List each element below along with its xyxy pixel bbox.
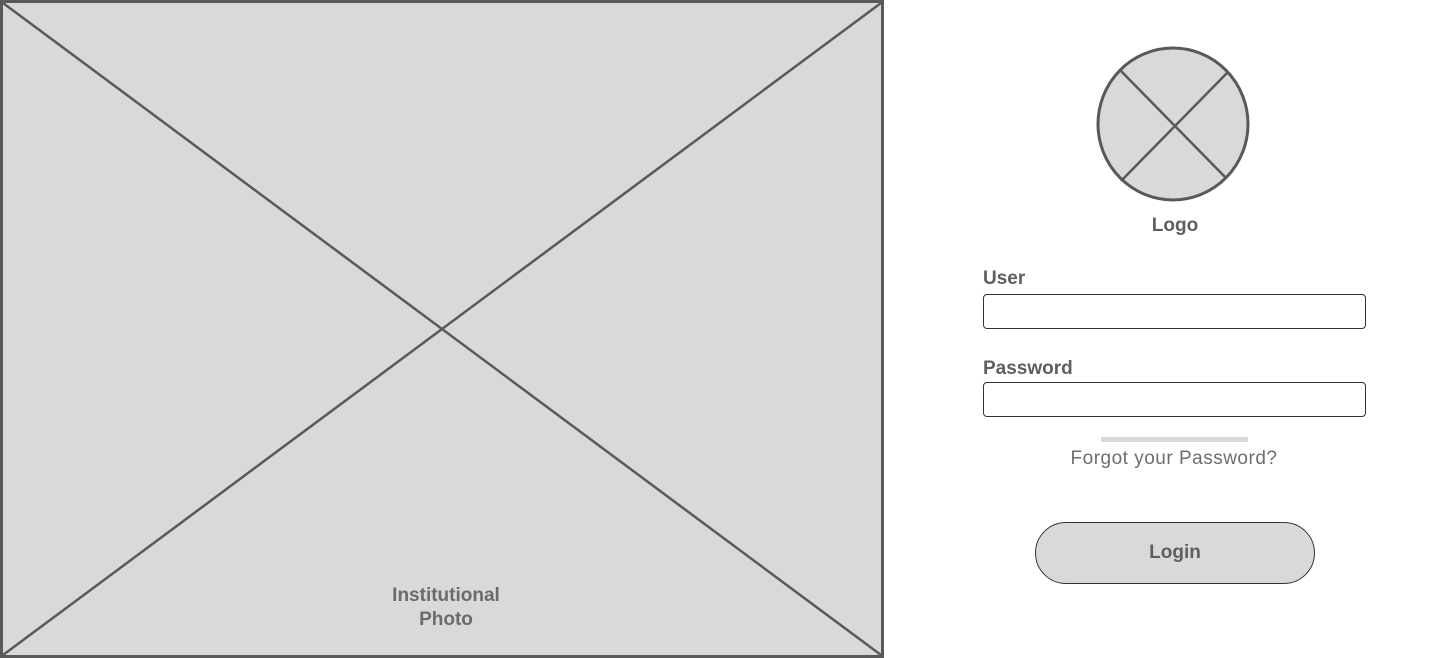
login-button[interactable]: Login (1035, 522, 1315, 584)
password-label: Password (983, 358, 1073, 379)
photo-caption-line-1: Institutional (392, 585, 500, 606)
login-page: Institutional Photo Logo User Password F… (0, 0, 1440, 658)
password-input[interactable] (983, 382, 1366, 417)
user-label: User (983, 268, 1026, 289)
logo-placeholder (1096, 46, 1250, 202)
divider (1101, 437, 1248, 442)
forgot-password-link[interactable]: Forgot your Password? (1024, 446, 1324, 472)
photo-caption-line-2: Photo (419, 609, 473, 630)
logo-label: Logo (1151, 215, 1199, 236)
logo-icon (1096, 46, 1250, 202)
photo-caption: Institutional Photo (346, 584, 546, 632)
institutional-photo-placeholder: Institutional Photo (0, 0, 884, 658)
image-placeholder-icon (0, 0, 884, 658)
user-input[interactable] (983, 294, 1366, 329)
